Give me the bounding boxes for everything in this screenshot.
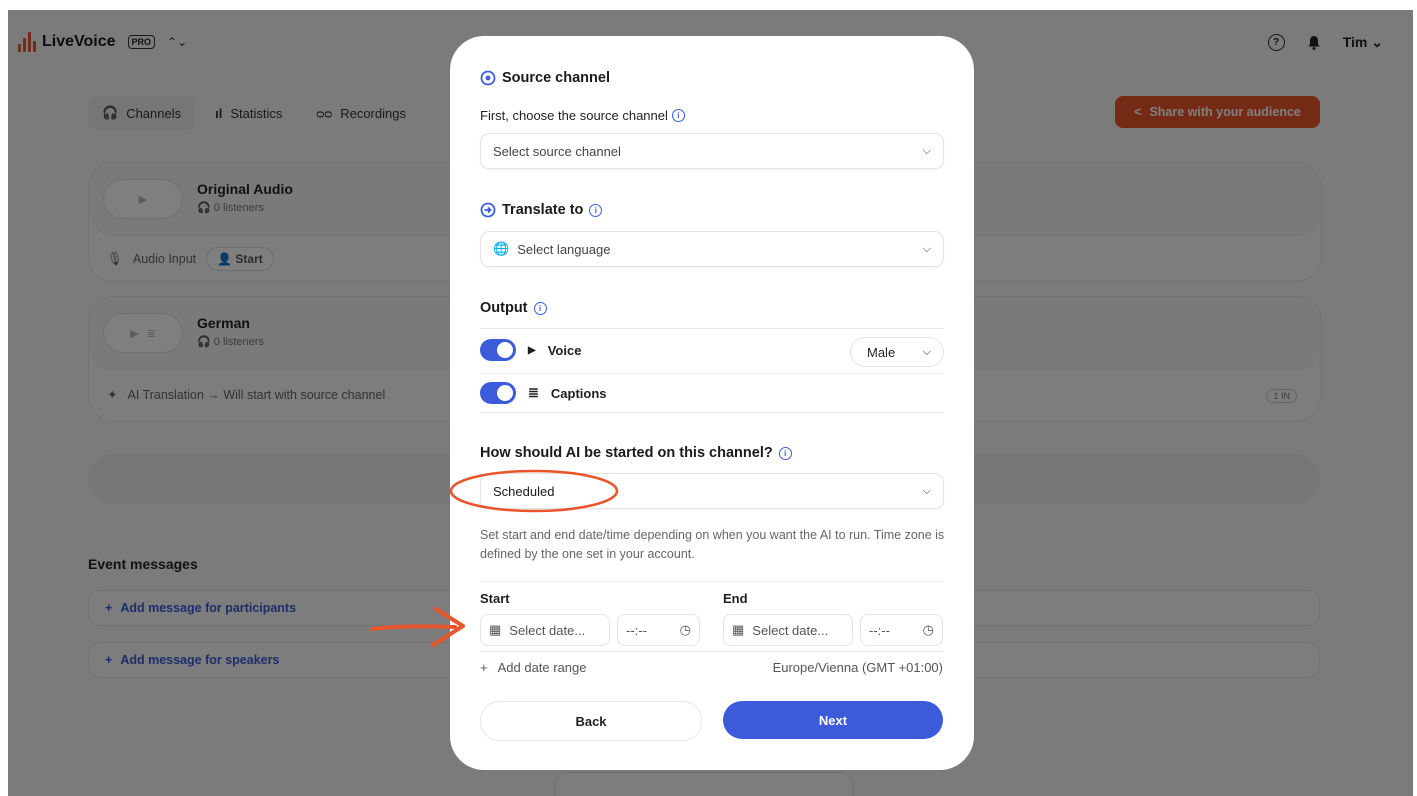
end-label: End xyxy=(723,591,748,606)
clock-icon: ◷ xyxy=(679,622,691,637)
channel-setup-modal: Source channel First, choose the source … xyxy=(450,36,974,770)
play-icon: ▶ xyxy=(528,344,536,356)
start-label: Start xyxy=(480,591,510,606)
source-prompt: First, choose the source channel i xyxy=(480,108,685,123)
translate-arrow-icon xyxy=(480,202,496,218)
captions-toggle[interactable] xyxy=(480,382,516,404)
chevron-down-icon: ⌵ xyxy=(922,144,931,157)
source-prompt-text: First, choose the source channel xyxy=(480,108,668,123)
divider xyxy=(480,328,944,329)
next-button[interactable]: Next xyxy=(723,701,943,739)
clock-icon: ◷ xyxy=(922,622,934,637)
info-icon[interactable]: i xyxy=(589,203,603,217)
output-section-title: Output i xyxy=(480,300,547,316)
start-mode-title-text: How should AI be started on this channel… xyxy=(480,445,773,461)
voice-label: Voice xyxy=(547,342,582,358)
captions-output-row: ≣ Captions xyxy=(480,382,607,404)
end-date-input[interactable]: ▦ Select date... xyxy=(723,614,853,646)
app-window: LiveVoice PRO ⌃⌄ ? Tim ⌄ 🎧 Channels ıl S… xyxy=(0,0,1417,796)
source-channel-icon xyxy=(480,70,496,86)
divider xyxy=(480,581,944,582)
translate-section-title: Translate to i xyxy=(480,202,603,218)
add-date-range-button[interactable]: + Add date range xyxy=(480,660,587,675)
divider xyxy=(480,412,944,413)
end-time-input[interactable]: --:-- ◷ xyxy=(860,614,943,646)
voice-gender-value: Male xyxy=(867,344,896,360)
start-date-placeholder: Select date... xyxy=(509,622,586,638)
divider xyxy=(480,373,944,374)
voice-gender-select[interactable]: Male ⌵ xyxy=(850,337,944,367)
info-icon[interactable]: i xyxy=(778,446,792,460)
voice-toggle[interactable] xyxy=(480,339,516,361)
captions-label: Captions xyxy=(550,385,607,401)
end-date-placeholder: Select date... xyxy=(752,622,829,638)
translate-title-text: Translate to xyxy=(502,202,584,218)
language-select[interactable]: 🌐 Select language ⌵ xyxy=(480,231,944,267)
info-icon[interactable]: i xyxy=(671,109,685,122)
back-button[interactable]: Back xyxy=(480,701,702,741)
source-section-title: Source channel xyxy=(480,70,610,86)
chevron-down-icon: ⌵ xyxy=(922,484,931,497)
end-time-placeholder: --:-- xyxy=(869,622,890,638)
timezone-label: Europe/Vienna (GMT +01:00) xyxy=(772,660,943,675)
chevron-down-icon: ⌵ xyxy=(922,242,931,255)
captions-icon: ≣ xyxy=(528,385,539,400)
start-mode-select[interactable]: Scheduled ⌵ xyxy=(480,473,944,509)
info-icon[interactable]: i xyxy=(533,301,547,315)
source-title-text: Source channel xyxy=(502,70,610,86)
source-select-placeholder: Select source channel xyxy=(493,143,621,159)
source-channel-select[interactable]: Select source channel ⌵ xyxy=(480,133,944,169)
start-time-placeholder: --:-- xyxy=(626,622,647,638)
start-mode-value: Scheduled xyxy=(493,483,555,499)
plus-icon: + xyxy=(480,660,488,675)
start-mode-title: How should AI be started on this channel… xyxy=(480,445,792,461)
output-title-text: Output xyxy=(480,300,528,316)
start-date-input[interactable]: ▦ Select date... xyxy=(480,614,610,646)
globe-icon: 🌐 xyxy=(493,241,510,256)
calendar-icon: ▦ xyxy=(732,622,745,637)
start-time-input[interactable]: --:-- ◷ xyxy=(617,614,700,646)
voice-output-row: ▶ Voice xyxy=(480,339,581,361)
chevron-down-icon: ⌵ xyxy=(922,345,931,358)
divider xyxy=(480,651,944,652)
language-select-placeholder: Select language xyxy=(517,241,611,257)
calendar-icon: ▦ xyxy=(489,622,502,637)
add-date-range-label: Add date range xyxy=(497,660,587,675)
schedule-help-text: Set start and end date/time depending on… xyxy=(480,528,945,561)
